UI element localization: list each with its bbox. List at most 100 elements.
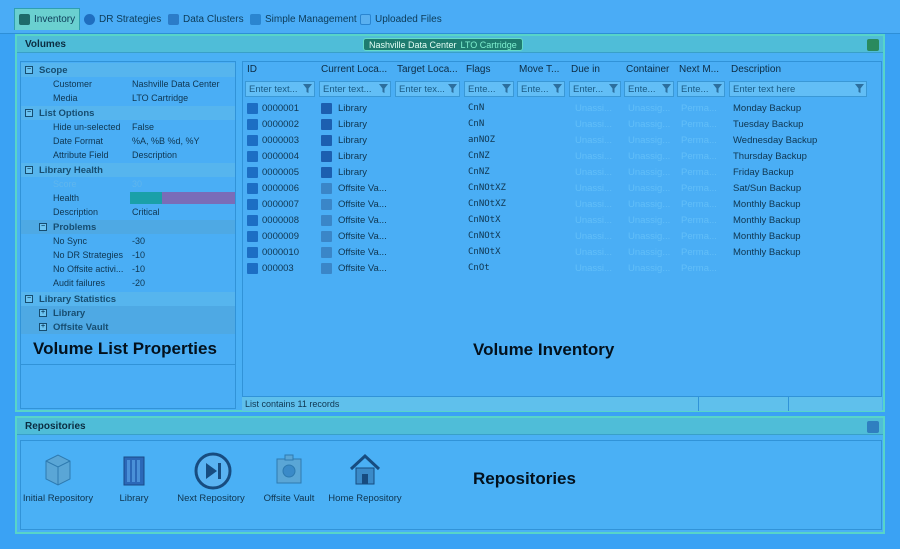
repo-library[interactable]: Library — [94, 451, 174, 505]
column-header[interactable]: Target Loca... — [397, 64, 458, 75]
filter-funnel-icon[interactable] — [302, 83, 313, 94]
filter-funnel-icon[interactable] — [608, 83, 619, 94]
filter-funnel-icon[interactable] — [552, 83, 563, 94]
cell-current-location: Offsite Va... — [338, 199, 387, 210]
cell-current-location: Library — [338, 119, 368, 130]
prop-no-offsite[interactable]: No Offsite activi... -10 — [21, 262, 235, 276]
category-scope[interactable]: − Scope — [21, 63, 235, 77]
filter-funnel-icon[interactable] — [712, 83, 723, 94]
cell-flags: CnN — [468, 119, 485, 129]
prop-media[interactable]: Media LTO Cartridge — [21, 91, 235, 105]
repo-next[interactable]: Next Repository — [171, 451, 251, 505]
prop-value: -20 — [132, 278, 146, 288]
prop-key: Date Format — [53, 136, 104, 146]
table-row[interactable]: 0000001 Library CnN Unassi... Unassig... Perm… — [245, 100, 881, 116]
status-bar: List contains 11 records — [242, 396, 882, 411]
cell-container: Unassig... — [628, 263, 671, 274]
cell-container: Unassig... — [628, 215, 671, 226]
tab-uploaded-files[interactable]: Uploaded Files — [356, 9, 446, 29]
table-row[interactable]: 0000010 Offsite Va... CnNOtX Unassi... Unass… — [245, 244, 881, 260]
column-header[interactable]: Description — [731, 64, 781, 75]
repo-home[interactable]: Home Repository — [325, 451, 405, 505]
cell-due-in: Unassi... — [575, 199, 612, 210]
filter-funnel-icon[interactable] — [447, 83, 458, 94]
column-header[interactable]: Current Loca... — [321, 64, 387, 75]
cell-description: Monthly Backup — [733, 199, 801, 210]
prop-attribute-field[interactable]: Attribute Field Description — [21, 148, 235, 162]
prop-value: -10 — [132, 250, 146, 260]
repo-label: Home Repository — [328, 493, 402, 504]
cell-due-in: Unassi... — [575, 135, 612, 146]
cell-flags: CnNOtX — [468, 247, 501, 257]
collapse-icon[interactable]: − — [25, 66, 33, 74]
table-row[interactable]: 0000005 Library CnNZ Unassi... Unassig... Per… — [245, 164, 881, 180]
cell-description: Monthly Backup — [733, 231, 801, 242]
cell-next-move: Perma... — [681, 199, 717, 210]
cell-container: Unassig... — [628, 183, 671, 194]
collapse-icon[interactable]: − — [25, 109, 33, 117]
column-header[interactable]: Container — [626, 64, 669, 75]
cell-id: 0000009 — [262, 231, 299, 242]
repositories-strip: Initial Repository Library Next Reposito… — [20, 440, 882, 530]
repo-initial[interactable]: Initial Repository — [18, 451, 98, 505]
collapse-icon[interactable]: − — [25, 166, 33, 174]
table-row[interactable]: 0000004 Library CnNZ Unassi... Unassig... Per… — [245, 148, 881, 164]
expand-icon[interactable]: + — [39, 309, 47, 317]
prop-no-dr[interactable]: No DR Strategies -10 — [21, 248, 235, 262]
category-library-statistics[interactable]: − Library Statistics — [21, 292, 235, 306]
prop-date-format[interactable]: Date Format %A, %B %d, %Y — [21, 134, 235, 148]
cell-description: Wednesday Backup — [733, 135, 818, 146]
tab-simple-management[interactable]: Simple Management — [246, 9, 361, 29]
offsite-vault-icon — [271, 451, 307, 487]
category-stats-library[interactable]: + Library — [21, 306, 235, 320]
table-row[interactable]: 0000002 Library CnN Unassi... Unassig... Perm… — [245, 116, 881, 132]
category-library-health[interactable]: − Library Health — [21, 163, 235, 177]
tab-label: DR Strategies — [99, 13, 162, 25]
prop-no-sync[interactable]: No Sync -30 — [21, 234, 235, 248]
expand-icon[interactable]: + — [39, 323, 47, 331]
dr-strategies-icon — [84, 13, 95, 25]
table-row[interactable]: 0000003 Library anNOZ Unassi... Unassig... Pe… — [245, 132, 881, 148]
column-header[interactable]: Move T... — [519, 64, 559, 75]
category-stats-offsite[interactable]: + Offsite Vault — [21, 320, 235, 334]
repo-offsite[interactable]: Offsite Vault — [249, 451, 329, 505]
filter-input[interactable]: Enter text here — [729, 81, 867, 97]
library-icon — [116, 451, 152, 487]
datacenter-badge: Nashville Data Center LTO Cartridge — [363, 38, 523, 51]
prop-audit-failures[interactable]: Audit failures -20 — [21, 276, 235, 290]
cell-id: 0000006 — [262, 183, 299, 194]
filter-funnel-icon[interactable] — [378, 83, 389, 94]
table-row[interactable]: 0000007 Offsite Va... CnNOtXZ Unassi... Unas… — [245, 196, 881, 212]
table-row[interactable]: 0000006 Offsite Va... CnNOtXZ Unassi... Unas… — [245, 180, 881, 196]
volume-icon — [247, 135, 258, 146]
cell-next-move: Perma... — [681, 167, 717, 178]
filter-funnel-icon[interactable] — [661, 83, 672, 94]
collapse-icon[interactable]: − — [25, 295, 33, 303]
tab-data-clusters[interactable]: Data Clusters — [164, 9, 248, 29]
category-problems[interactable]: − Problems — [21, 220, 235, 234]
prop-hide-unselected[interactable]: Hide un-selected False — [21, 120, 235, 134]
column-header[interactable]: Next M... — [679, 64, 719, 75]
tab-dr-strategies[interactable]: DR Strategies — [80, 9, 165, 29]
category-list-options[interactable]: − List Options — [21, 106, 235, 120]
prop-key: Customer — [53, 79, 93, 89]
offsite-vault-icon — [321, 231, 332, 242]
tab-inventory[interactable]: Inventory — [14, 8, 81, 30]
prop-description[interactable]: Description Critical — [21, 205, 235, 219]
column-header[interactable]: ID — [247, 64, 257, 75]
volume-icon — [247, 215, 258, 226]
column-header[interactable]: Due in — [571, 64, 600, 75]
cell-id: 0000005 — [262, 167, 299, 178]
collapse-icon[interactable]: − — [39, 223, 47, 231]
column-header[interactable]: Flags — [466, 64, 490, 75]
filter-funnel-icon[interactable] — [501, 83, 512, 94]
repositories-options-icon[interactable] — [867, 421, 879, 433]
cell-id: 0000001 — [262, 103, 299, 114]
table-row[interactable]: 0000009 Offsite Va... CnNOtX Unassi... Unass… — [245, 228, 881, 244]
table-row[interactable]: 0000008 Offsite Va... CnNOtX Unassi... Unass… — [245, 212, 881, 228]
panel-options-icon[interactable] — [867, 39, 879, 51]
prop-customer[interactable]: Customer Nashville Data Center — [21, 77, 235, 91]
table-row[interactable]: 000003 Offsite Va... CnOt Unassi... Unassig.… — [245, 260, 881, 276]
filter-funnel-icon[interactable] — [854, 83, 865, 94]
cell-id: 0000004 — [262, 151, 299, 162]
